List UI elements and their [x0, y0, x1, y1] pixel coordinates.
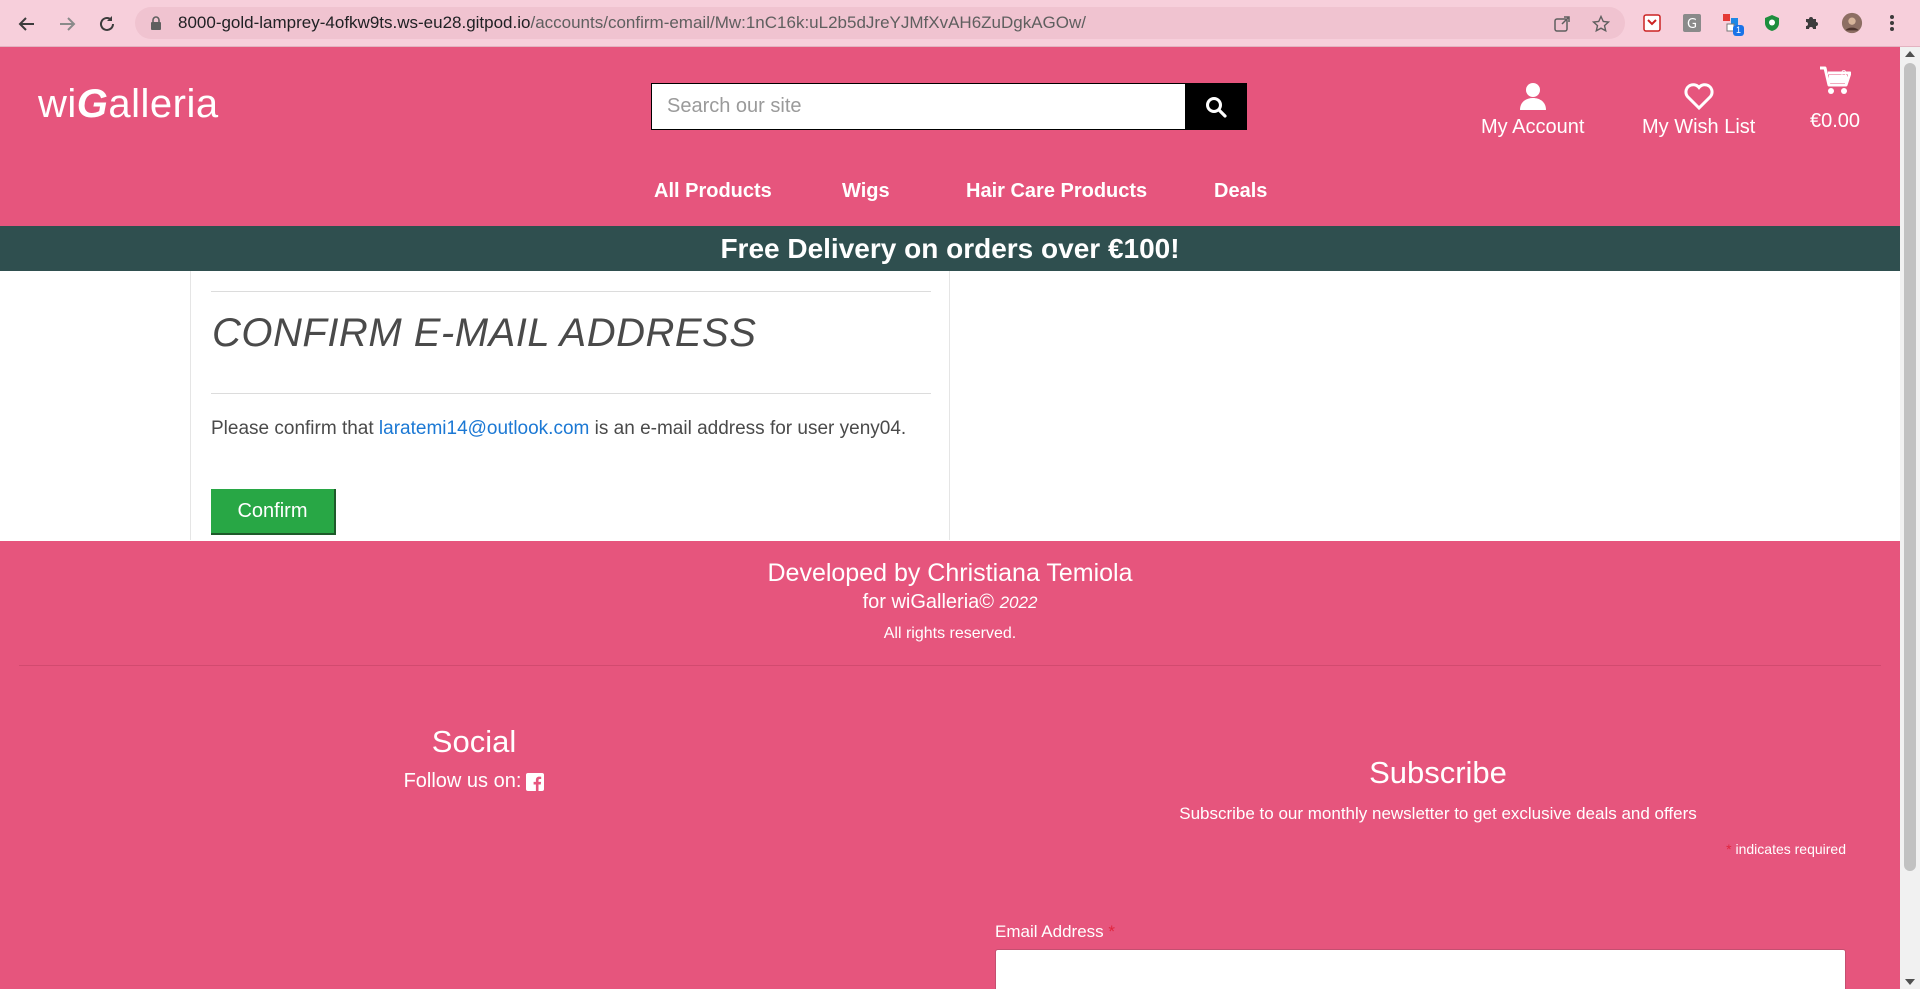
nav-all-products[interactable]: All Products	[654, 180, 772, 203]
my-wishlist-label: My Wish List	[1642, 116, 1756, 138]
cart-total: €0.00	[1810, 110, 1861, 132]
divider	[211, 393, 931, 394]
nav-deals[interactable]: Deals	[1214, 180, 1267, 203]
subscribe-description: Subscribe to our monthly newsletter to g…	[1179, 804, 1697, 823]
grammar-extension-icon[interactable]: G	[1681, 12, 1703, 34]
back-icon[interactable]	[13, 10, 41, 38]
search-input[interactable]	[652, 84, 1185, 129]
delivery-banner: Free Delivery on orders over €100!	[0, 226, 1900, 271]
footer-divider	[19, 665, 1881, 666]
nav-wigs[interactable]: Wigs	[842, 180, 890, 203]
facebook-icon[interactable]	[526, 772, 545, 791]
shield-extension-icon[interactable]	[1641, 12, 1663, 34]
newsletter-email-input[interactable]	[995, 949, 1846, 989]
page-scrollbar[interactable]	[1900, 47, 1920, 989]
lock-icon	[150, 16, 162, 35]
footer-brand-line: for wiGalleria© 2022	[862, 591, 1038, 613]
my-account-label: My Account	[1481, 116, 1585, 138]
extensions-puzzle-icon[interactable]	[1801, 12, 1823, 34]
svg-text:G: G	[1687, 17, 1697, 32]
search-form	[651, 83, 1247, 130]
green-shield-extension-icon[interactable]	[1761, 12, 1783, 34]
bookmark-star-icon[interactable]	[1592, 15, 1610, 33]
email-address-label: Email Address *	[995, 922, 1116, 941]
my-wishlist-link[interactable]: My Wish List	[1642, 82, 1755, 139]
address-bar[interactable]: 8000-gold-lamprey-4ofkw9ts.ws-eu28.gitpo…	[135, 7, 1625, 39]
scrollbar-thumb[interactable]	[1904, 63, 1916, 871]
browser-toolbar: 8000-gold-lamprey-4ofkw9ts.ws-eu28.gitpo…	[0, 0, 1920, 47]
heart-icon	[1684, 83, 1714, 110]
subscribe-heading: Subscribe	[1369, 755, 1507, 790]
site-logo[interactable]: wiGalleria	[38, 82, 219, 127]
confirm-email-panel: CONFIRM E-MAIL ADDRESS Please confirm th…	[190, 271, 950, 540]
email-link[interactable]: laratemi14@outlook.com	[379, 418, 589, 439]
page-title: CONFIRM E-MAIL ADDRESS	[212, 311, 757, 355]
cart-count: 0	[1841, 69, 1847, 80]
scroll-down-arrow-icon[interactable]	[1905, 979, 1915, 985]
confirm-button[interactable]: Confirm	[211, 489, 336, 535]
search-icon	[1205, 96, 1227, 118]
kebab-menu-icon[interactable]	[1881, 12, 1903, 34]
follow-label: Follow us on:	[403, 770, 522, 792]
forward-icon[interactable]	[53, 10, 81, 38]
social-follow: Follow us on:	[334, 770, 614, 793]
main-nav: All Products Wigs Hair Care Products Dea…	[0, 180, 1900, 210]
required-note: * indicates required	[1726, 841, 1846, 857]
page-viewport: wiGalleria My Account My Wish List 0 €0.…	[0, 47, 1900, 989]
site-header: wiGalleria My Account My Wish List 0 €0.…	[0, 47, 1900, 226]
social-heading: Social	[431, 724, 517, 759]
nav-hair-care-products[interactable]: Hair Care Products	[966, 180, 1147, 203]
reload-icon[interactable]	[93, 10, 121, 38]
footer-rights: All rights reserved.	[883, 625, 1017, 642]
site-footer: Developed by Christiana Temiola for wiGa…	[0, 541, 1900, 989]
extension-badge: 1	[1733, 25, 1745, 36]
scroll-up-arrow-icon[interactable]	[1905, 51, 1915, 57]
cart-link[interactable]: 0 €0.00	[1810, 65, 1860, 133]
confirm-message: Please confirm that laratemi14@outlook.c…	[211, 418, 907, 439]
footer-developer: Developed by Christiana Temiola	[767, 559, 1133, 587]
puzzle-colored-extension-icon[interactable]: 1	[1721, 12, 1745, 36]
user-icon	[1519, 83, 1546, 110]
url-text: 8000-gold-lamprey-4ofkw9ts.ws-eu28.gitpo…	[178, 13, 1087, 32]
divider	[211, 291, 931, 292]
search-button[interactable]	[1185, 84, 1246, 129]
my-account-link[interactable]: My Account	[1481, 82, 1584, 139]
share-icon[interactable]	[1553, 15, 1571, 33]
profile-avatar-icon[interactable]	[1841, 12, 1863, 34]
